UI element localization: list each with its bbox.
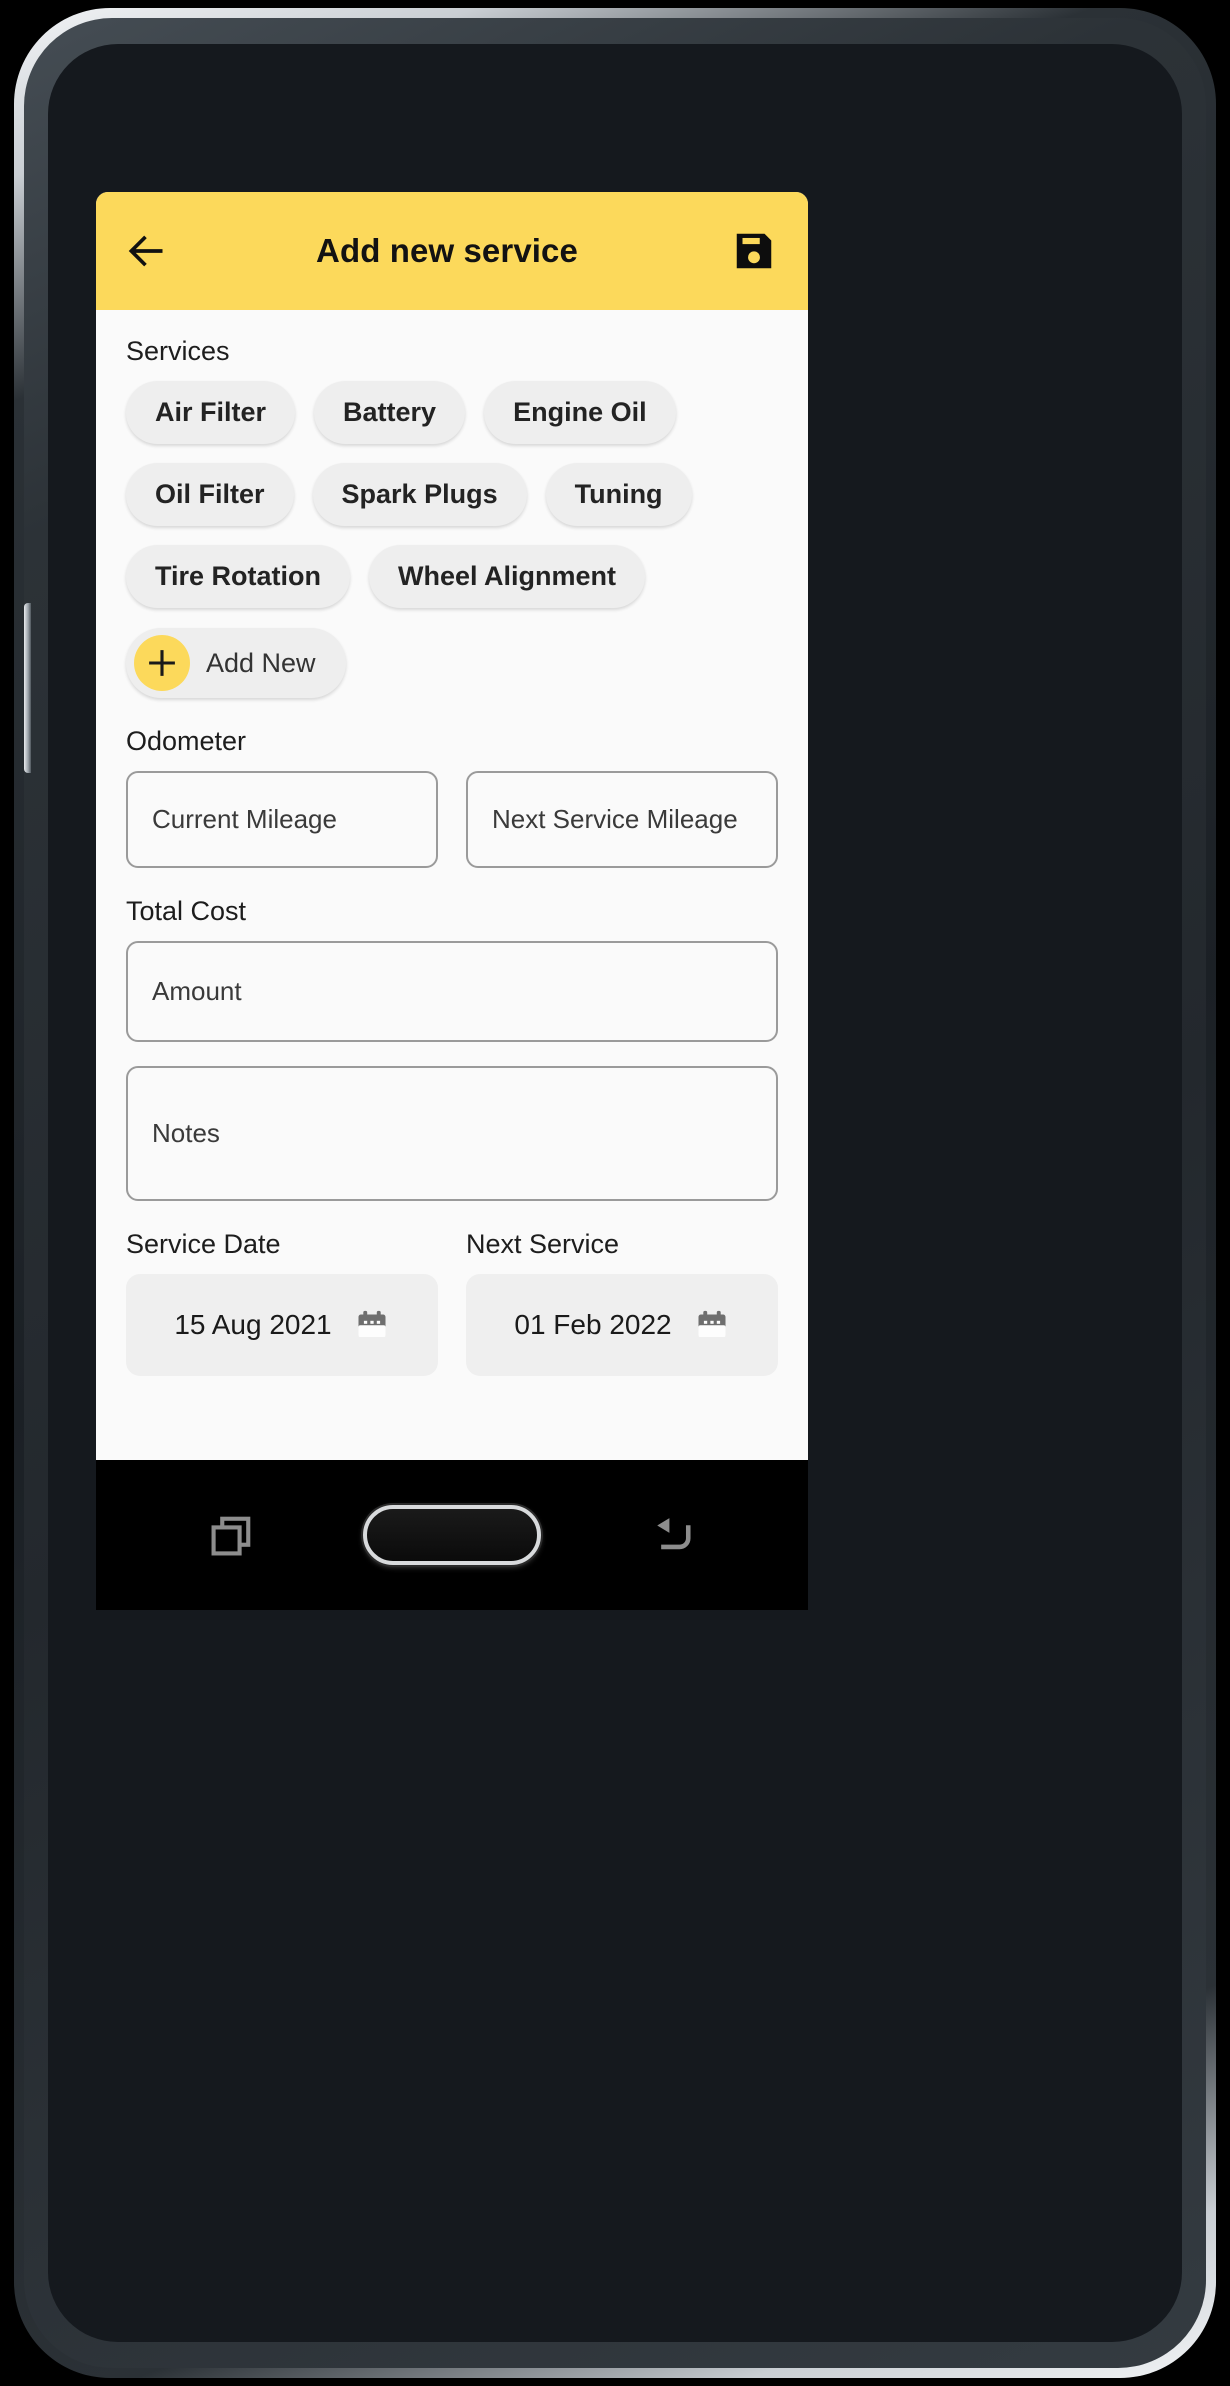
odometer-fields-row: Current Mileage Next Service Mileage xyxy=(126,771,778,869)
total-cost-label: Total Cost xyxy=(126,896,247,927)
calendar-icon xyxy=(698,1311,726,1338)
notes-placeholder: Notes xyxy=(152,1118,220,1149)
service-chip[interactable]: Oil Filter xyxy=(126,463,294,527)
calendar-icon xyxy=(358,1311,386,1338)
plus-icon xyxy=(134,635,190,692)
form-content: Services Air Filter Battery Engine Oil O… xyxy=(96,310,808,1377)
save-floppy-icon xyxy=(736,233,772,269)
service-chip[interactable]: Engine Oil xyxy=(484,381,676,445)
save-button[interactable] xyxy=(726,223,782,279)
add-new-service-button[interactable]: Add New xyxy=(126,628,346,699)
total-cost-section: Total Cost Amount xyxy=(126,896,778,1043)
home-button[interactable] xyxy=(363,1505,541,1565)
android-nav-bar xyxy=(96,1460,808,1610)
phone-screen: Add new service Services Air Filter Batt… xyxy=(48,44,1182,2342)
phone-frame-inner: Add new service Services Air Filter Batt… xyxy=(24,18,1206,2368)
back-arrow-icon xyxy=(657,1518,691,1550)
current-mileage-input[interactable]: Current Mileage xyxy=(126,771,438,869)
page-title: Add new service xyxy=(316,232,578,269)
recents-button[interactable] xyxy=(206,1509,258,1561)
service-chip-list: Air Filter Battery Engine Oil Oil Filter… xyxy=(126,381,778,609)
service-chip[interactable]: Tire Rotation xyxy=(126,545,351,609)
back-nav-button[interactable] xyxy=(646,1509,698,1561)
service-date-picker[interactable]: 15 Aug 2021 xyxy=(126,1274,438,1377)
services-label: Services xyxy=(126,336,230,366)
next-service-date-picker[interactable]: 01 Feb 2022 xyxy=(466,1274,778,1377)
power-button[interactable] xyxy=(24,603,31,773)
service-chip[interactable]: Air Filter xyxy=(126,381,296,445)
service-chip[interactable]: Tuning xyxy=(545,463,692,527)
current-mileage-placeholder: Current Mileage xyxy=(152,804,337,835)
service-chip[interactable]: Battery xyxy=(314,381,466,445)
notes-input[interactable]: Notes xyxy=(126,1066,778,1202)
back-button[interactable] xyxy=(118,223,174,279)
odometer-section: Odometer Current Mileage Next Service Mi… xyxy=(126,726,778,869)
service-chip[interactable]: Spark Plugs xyxy=(312,463,527,527)
arrow-left-icon xyxy=(128,235,163,267)
add-new-label: Add New xyxy=(206,647,316,678)
dates-section: Service Date 15 Aug 2021 Next Service 01… xyxy=(126,1229,778,1377)
next-service-column: Next Service 01 Feb 2022 xyxy=(466,1229,778,1377)
recents-icon xyxy=(211,1516,251,1556)
services-section: Services Air Filter Battery Engine Oil O… xyxy=(126,336,778,699)
next-service-mileage-input[interactable]: Next Service Mileage xyxy=(466,771,778,869)
next-service-mileage-placeholder: Next Service Mileage xyxy=(492,804,738,835)
service-date-column: Service Date 15 Aug 2021 xyxy=(126,1229,438,1377)
app-screen: Add new service Services Air Filter Batt… xyxy=(96,192,808,1460)
service-date-value: 15 Aug 2021 xyxy=(174,1309,332,1341)
service-chip[interactable]: Wheel Alignment xyxy=(369,545,646,609)
app-bar: Add new service xyxy=(96,192,808,310)
phone-device-frame: Add new service Services Air Filter Batt… xyxy=(14,8,1216,2378)
amount-placeholder: Amount xyxy=(152,976,242,1007)
service-date-label: Service Date xyxy=(126,1229,281,1260)
amount-input[interactable]: Amount xyxy=(126,941,778,1043)
odometer-label: Odometer xyxy=(126,726,247,757)
next-service-date-value: 01 Feb 2022 xyxy=(514,1309,672,1341)
next-service-label: Next Service xyxy=(466,1229,620,1260)
